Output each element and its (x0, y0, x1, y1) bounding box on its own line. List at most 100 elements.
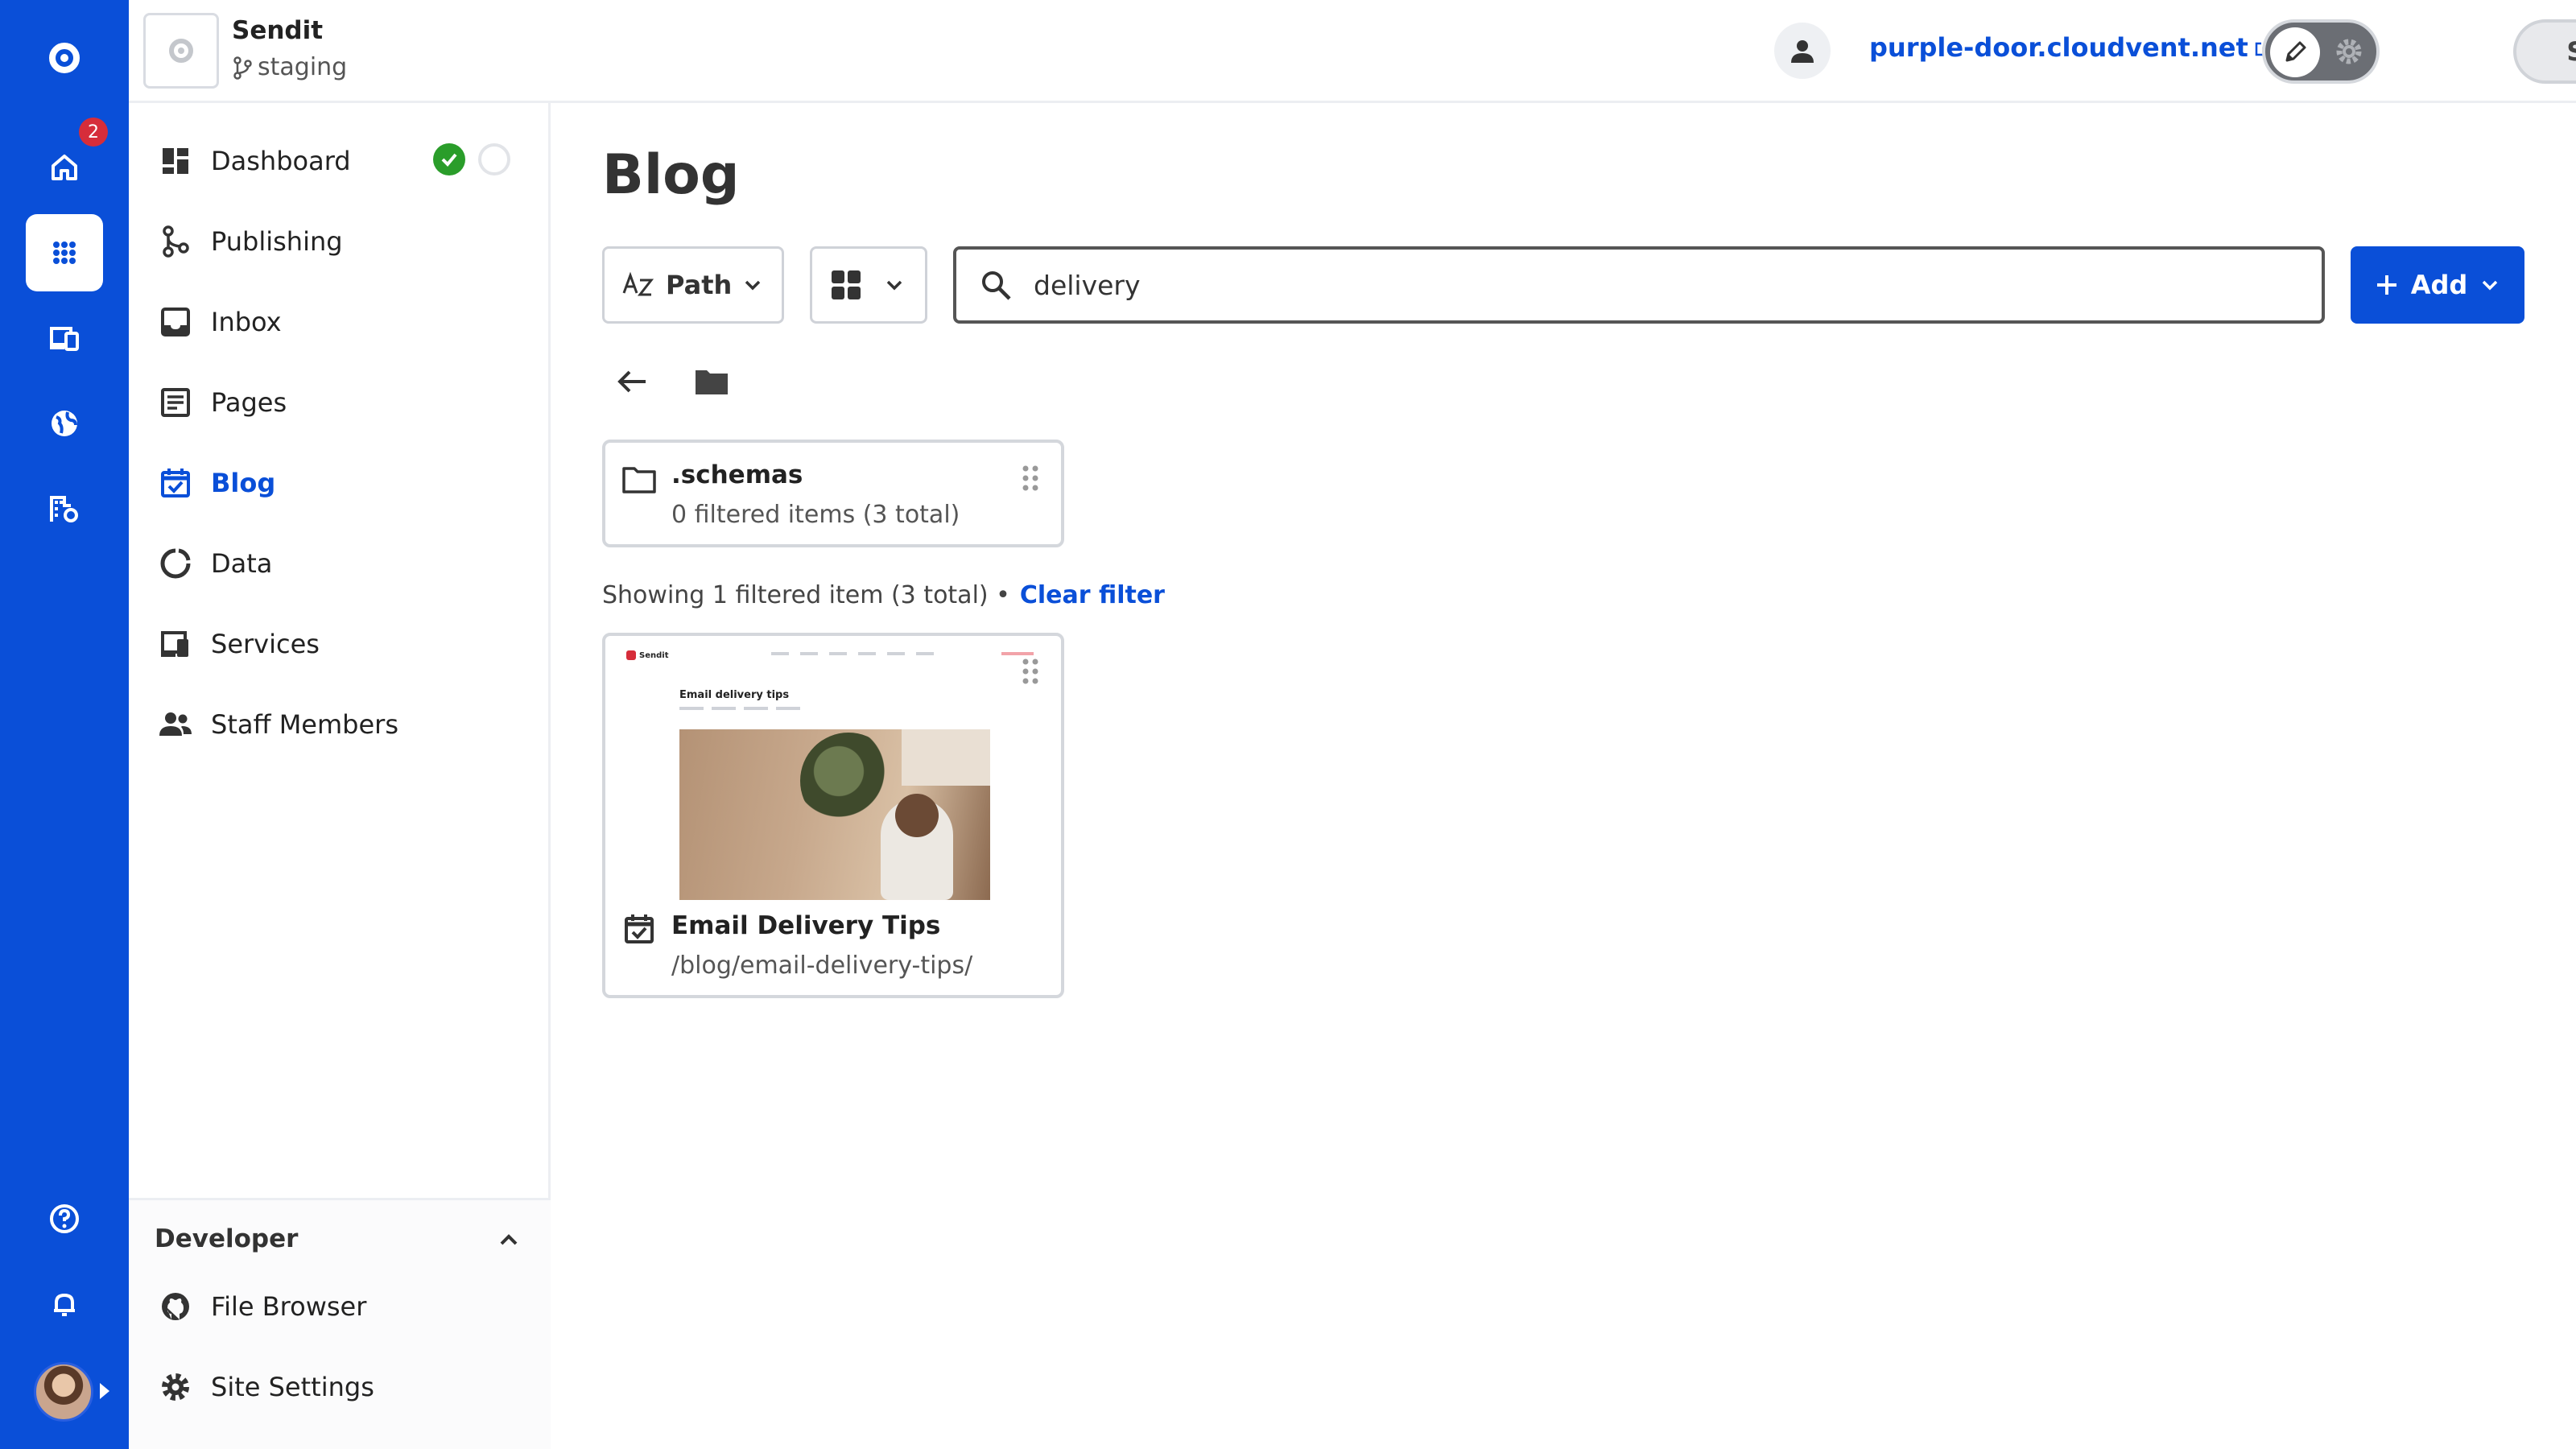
post-title: Email Delivery Tips (671, 911, 941, 940)
drag-handle-icon[interactable] (1021, 657, 1040, 686)
sidebar-item-site-settings[interactable]: Site Settings (158, 1363, 374, 1411)
sidebar-item-label: Dashboard (211, 146, 351, 176)
globe-icon (52, 411, 77, 436)
sidebar-item-label: Staff Members (211, 709, 398, 740)
preview-brand-name: Sendit (639, 650, 669, 660)
bell-icon (54, 1294, 75, 1316)
post-preview-thumbnail: Sendit Email delivery tips (618, 644, 1048, 902)
sidebar-item-label: Services (211, 629, 320, 659)
sidebar-item-label: Inbox (211, 307, 282, 337)
site-url: purple-door.cloudvent.net (1869, 32, 2248, 63)
edit-mode-toggle[interactable] (2262, 19, 2380, 84)
preview-hero-image (679, 729, 990, 900)
post-path: /blog/email-delivery-tips/ (671, 952, 973, 980)
sidebar-item-data[interactable]: Data (158, 539, 272, 588)
preview-nav-links (771, 652, 934, 655)
sidebar-item-label: File Browser (211, 1291, 367, 1322)
save-button[interactable]: Save (2513, 19, 2576, 84)
notification-badge: 2 (79, 118, 108, 147)
notifications-button[interactable] (26, 1265, 103, 1343)
chevron-down-icon (745, 280, 761, 291)
plus-icon (2376, 275, 2396, 295)
folder-title: .schemas (671, 460, 803, 489)
sidebar-item-label: Site Settings (211, 1372, 374, 1402)
sites-button[interactable] (26, 214, 103, 291)
check-icon (433, 143, 465, 175)
people-icon (159, 712, 192, 736)
back-arrow-icon[interactable] (613, 364, 652, 399)
toggle-knob (2270, 27, 2320, 77)
chevron-up-icon[interactable] (496, 1228, 522, 1253)
dashboard-icon (163, 148, 188, 174)
organisation-button[interactable] (26, 470, 103, 547)
caret-right-icon (100, 1383, 109, 1399)
sidebar-item-dashboard[interactable]: Dashboard (158, 137, 351, 185)
services-icon (161, 631, 188, 657)
inbox-icon (161, 308, 190, 336)
calendar-check-icon (161, 469, 190, 497)
apps-grid-icon (53, 242, 76, 264)
devices-icon (50, 327, 79, 351)
icon-rail: 2 (0, 0, 129, 1449)
drag-handle-icon[interactable] (1021, 464, 1040, 493)
developer-header[interactable]: Developer (155, 1224, 298, 1253)
developer-section: Developer File Browser Site Settings (129, 1198, 551, 1449)
preview-brand: Sendit (626, 650, 668, 660)
search-field[interactable] (953, 246, 2325, 324)
grid-view-icon (832, 270, 861, 299)
site-name: Sendit (232, 16, 324, 45)
site-url-link[interactable]: purple-door.cloudvent.net (1869, 32, 2274, 63)
person-icon (1791, 40, 1814, 63)
preview-cta (1001, 652, 1034, 655)
user-button[interactable] (1774, 23, 1831, 79)
add-button[interactable]: Add (2351, 246, 2524, 324)
sidebar-item-file-browser[interactable]: File Browser (158, 1282, 366, 1331)
view-dropdown[interactable] (810, 246, 927, 324)
filter-summary-text: Showing 1 filtered item (3 total) • (602, 581, 1010, 609)
pencil-icon (2285, 41, 2306, 62)
cloudcannon-logo-icon[interactable] (26, 19, 103, 97)
help-button[interactable] (26, 1180, 103, 1257)
home-button[interactable]: 2 (26, 118, 108, 206)
building-gear-icon (50, 496, 78, 522)
sidebar-item-services[interactable]: Services (158, 620, 320, 668)
github-icon (162, 1293, 189, 1320)
folder-icon[interactable] (692, 364, 731, 399)
preview-meta (679, 707, 800, 710)
folder-subtitle: 0 filtered items (3 total) (671, 501, 960, 529)
folder-card[interactable]: .schemas 0 filtered items (3 total) (602, 440, 1064, 547)
top-bar: Sendit staging purple-door.cloudvent.net… (129, 0, 2576, 103)
page-title: Blog (602, 143, 740, 207)
search-icon (982, 271, 1011, 300)
calendar-check-icon (625, 914, 654, 943)
sort-label: Path (666, 270, 733, 300)
sidebar-item-pages[interactable]: Pages (158, 378, 287, 427)
sidebar-item-staff-members[interactable]: Staff Members (158, 700, 398, 749)
git-branch-icon (233, 56, 252, 80)
branch-selector[interactable]: staging (232, 53, 347, 81)
gear-icon (162, 1373, 189, 1401)
dashboard-status (433, 143, 510, 175)
devices-button[interactable] (26, 299, 103, 377)
sort-dropdown[interactable]: Path (602, 246, 784, 324)
git-branch-icon (163, 225, 189, 258)
chevron-down-icon (886, 280, 902, 291)
sidebar-item-label: Pages (211, 387, 287, 418)
site-thumbnail[interactable] (143, 13, 219, 89)
post-card[interactable]: Sendit Email delivery tips Email Deliver… (602, 633, 1064, 998)
clear-filter-link[interactable]: Clear filter (1020, 581, 1165, 609)
filter-summary: Showing 1 filtered item (3 total) • Clea… (602, 581, 1165, 609)
search-input[interactable] (1034, 269, 2241, 301)
home-icon (52, 155, 77, 180)
sidebar-item-label: Data (211, 548, 273, 579)
user-avatar[interactable] (34, 1362, 93, 1422)
sidebar-item-publishing[interactable]: Publishing (158, 217, 343, 266)
sort-az-icon (622, 271, 654, 296)
sidebar-item-inbox[interactable]: Inbox (158, 298, 282, 346)
sidebar-item-label: Publishing (211, 226, 343, 257)
sidebar: Dashboard Publishing Inbox Pages Blog Da… (129, 103, 551, 1449)
globe-button[interactable] (26, 385, 103, 462)
site-logo-icon (169, 39, 193, 63)
gear-icon (2336, 39, 2362, 64)
sidebar-item-blog[interactable]: Blog (158, 459, 275, 507)
